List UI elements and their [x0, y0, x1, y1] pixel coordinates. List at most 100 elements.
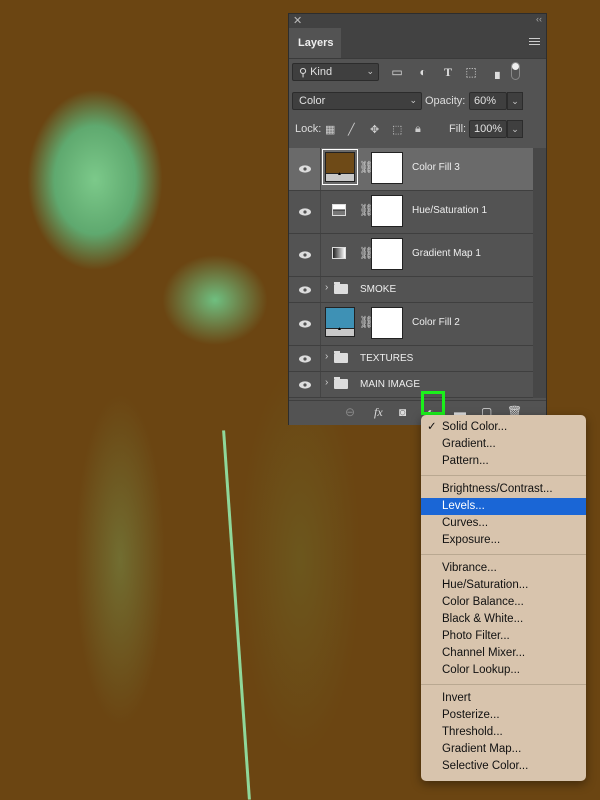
layer-mask-thumbnail[interactable] [371, 152, 403, 184]
chevron-down-icon: ⌄ [409, 95, 417, 105]
menu-item-channel-mixer[interactable]: Channel Mixer... [421, 645, 586, 662]
layer-mask-thumbnail[interactable] [371, 238, 403, 270]
blend-mode-value: Color [299, 95, 326, 107]
menu-item-pattern[interactable]: Pattern... [421, 453, 586, 470]
fill-thumbnail[interactable] [322, 149, 358, 185]
tab-layers[interactable]: Layers [289, 28, 341, 58]
lock-all-icon[interactable]: 🔒︎ [415, 123, 421, 136]
menu-item-levels[interactable]: Levels... [421, 498, 586, 515]
layer-row[interactable]: ⛓︎ Hue/Saturation 1 [289, 191, 533, 234]
menu-item-threshold[interactable]: Threshold... [421, 724, 586, 741]
fill-label: Fill: [449, 123, 467, 135]
menu-separator [421, 684, 586, 685]
close-icon[interactable]: ✕ [293, 14, 302, 27]
adjustment-layer-menu: ✓ Solid Color... Gradient... Pattern... B… [421, 415, 586, 781]
expand-group-chevron-icon[interactable]: › [325, 282, 328, 293]
menu-item-gradient[interactable]: Gradient... [421, 436, 586, 453]
blend-mode-dropdown[interactable]: Color ⌄ [292, 92, 422, 110]
layer-row[interactable]: ⛓︎ Color Fill 2 [289, 303, 533, 346]
layer-row[interactable]: ⛓︎ Gradient Map 1 [289, 234, 533, 277]
visibility-eye-icon[interactable] [289, 372, 321, 397]
gradient-map-icon [332, 247, 346, 259]
menu-item-exposure[interactable]: Exposure... [421, 532, 586, 549]
kind-filter-dropdown[interactable]: ⚲ Kind ⌄ [292, 63, 379, 81]
menu-item-color-balance[interactable]: Color Balance... [421, 594, 586, 611]
layer-row[interactable]: ⛓︎ Color Fill 3 [289, 148, 533, 191]
layer-name[interactable]: Hue/Saturation 1 [412, 205, 487, 216]
menu-item-selective-color[interactable]: Selective Color... [421, 758, 586, 775]
shape-filter-icon[interactable]: ⬚ [464, 65, 478, 79]
checkmark-icon: ✓ [427, 421, 437, 433]
layer-name[interactable]: SMOKE [360, 284, 396, 295]
layer-group-row[interactable]: › MAIN IMAGE [289, 372, 533, 398]
lock-brush-icon[interactable]: ╱ [348, 123, 355, 136]
menu-item-curves[interactable]: Curves... [421, 515, 586, 532]
chevron-down-icon: ⌄ [366, 66, 374, 76]
expand-group-chevron-icon[interactable]: › [325, 351, 328, 362]
layer-name[interactable]: Gradient Map 1 [412, 248, 481, 259]
panel-tabbar: Layers [289, 28, 546, 59]
layers-list: ⛓︎ Color Fill 3 ⛓︎ Hue/Saturation 1 ⛓︎ G… [289, 148, 533, 398]
menu-item-hue-saturation[interactable]: Hue/Saturation... [421, 577, 586, 594]
visibility-eye-icon[interactable] [289, 148, 321, 190]
menu-separator [421, 554, 586, 555]
hue-saturation-icon [332, 204, 346, 216]
folder-icon [334, 351, 348, 363]
layer-name[interactable]: TEXTURES [360, 353, 413, 364]
menu-separator [421, 475, 586, 476]
visibility-eye-icon[interactable] [289, 191, 321, 233]
fill-input[interactable]: 100% [469, 120, 507, 138]
menu-item-posterize[interactable]: Posterize... [421, 707, 586, 724]
visibility-eye-icon[interactable] [289, 346, 321, 371]
filter-toggle[interactable] [511, 62, 520, 80]
collapse-icon[interactable]: ‹‹ [536, 14, 542, 24]
menu-item-brightness-contrast[interactable]: Brightness/Contrast... [421, 481, 586, 498]
opacity-label: Opacity: [425, 95, 466, 107]
visibility-eye-icon[interactable] [289, 277, 321, 302]
filter-row: ⚲ Kind ⌄ ▭ ◐ T ⬚ ▗ [292, 62, 543, 83]
menu-item-invert[interactable]: Invert [421, 690, 586, 707]
lock-transparent-icon[interactable]: ▦ [325, 123, 335, 136]
search-icon: ⚲ [299, 66, 308, 79]
adjustment-button-highlight [421, 391, 445, 415]
image-filter-icon[interactable]: ▭ [390, 65, 404, 79]
layer-mask-thumbnail[interactable] [371, 307, 403, 339]
visibility-eye-icon[interactable] [289, 234, 321, 276]
lock-row: Lock: ▦ ╱ ✥ ⬚ 🔒︎ Fill: 100% ⌄ [292, 120, 543, 140]
menu-item-photo-filter[interactable]: Photo Filter... [421, 628, 586, 645]
opacity-dropdown-button[interactable]: ⌄ [507, 92, 523, 110]
layer-name[interactable]: MAIN IMAGE [360, 379, 420, 390]
layer-name[interactable]: Color Fill 3 [412, 162, 460, 173]
link-layers-icon[interactable]: ⊖ [345, 405, 355, 419]
kind-label: Kind [310, 66, 333, 78]
menu-item-color-lookup[interactable]: Color Lookup... [421, 662, 586, 679]
panel-titlebar: ✕ ‹‹ [289, 14, 546, 28]
menu-item-solid-color[interactable]: ✓ Solid Color... [421, 419, 586, 436]
add-mask-icon[interactable]: ◙ [399, 405, 406, 419]
lock-label: Lock: [295, 123, 322, 135]
folder-icon [334, 377, 348, 389]
blend-row: Color ⌄ Opacity: 60% ⌄ [292, 92, 543, 112]
type-filter-icon[interactable]: T [441, 65, 455, 79]
menu-item-black-white[interactable]: Black & White... [421, 611, 586, 628]
visibility-eye-icon[interactable] [289, 303, 321, 345]
fill-dropdown-button[interactable]: ⌄ [507, 120, 523, 138]
lock-move-icon[interactable]: ✥ [370, 123, 379, 136]
layers-scrollbar[interactable] [533, 148, 546, 398]
smart-object-filter-icon[interactable]: ▗ [488, 65, 502, 79]
mic-cable [222, 430, 251, 800]
panel-menu-icon[interactable] [529, 38, 540, 47]
lock-artboard-icon[interactable]: ⬚ [392, 123, 402, 136]
expand-group-chevron-icon[interactable]: › [325, 377, 328, 388]
fx-icon[interactable]: fx [374, 405, 383, 420]
fill-thumbnail[interactable] [325, 307, 355, 337]
layer-name[interactable]: Color Fill 2 [412, 317, 460, 328]
menu-item-vibrance[interactable]: Vibrance... [421, 560, 586, 577]
layers-panel: ✕ ‹‹ Layers ⚲ Kind ⌄ ▭ ◐ T ⬚ ▗ Color ⌄ O… [288, 13, 547, 425]
opacity-input[interactable]: 60% [469, 92, 507, 110]
layer-group-row[interactable]: › SMOKE [289, 277, 533, 303]
menu-item-gradient-map[interactable]: Gradient Map... [421, 741, 586, 758]
layer-mask-thumbnail[interactable] [371, 195, 403, 227]
adjustment-filter-icon[interactable]: ◐ [416, 65, 430, 79]
layer-group-row[interactable]: › TEXTURES [289, 346, 533, 372]
